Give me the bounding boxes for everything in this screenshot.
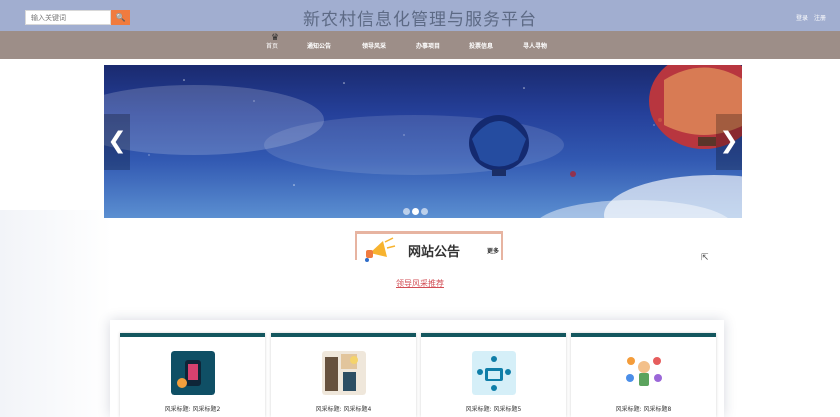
nav-vote[interactable]: 投票信息 xyxy=(469,41,493,50)
nav-notice[interactable]: 通知公告 xyxy=(307,41,331,50)
leader-thumbnail xyxy=(622,351,666,395)
leader-thumbnail xyxy=(472,351,516,395)
leader-card-caption: 风采标题: 风采标题4 xyxy=(315,406,372,413)
main-nav: ♛ 首页 通知公告 领导风采 办事项目 投票信息 寻人寻物 xyxy=(0,31,840,59)
leader-thumbnail xyxy=(322,351,366,395)
megaphone-icon xyxy=(365,237,396,262)
chevron-right-icon: ❯ xyxy=(719,128,739,154)
banner-next-button[interactable]: ❯ xyxy=(716,114,742,170)
leader-card-caption: 风采标题: 风采标题2 xyxy=(164,406,221,413)
leader-thumbnail xyxy=(171,351,215,395)
carousel-dot-active[interactable] xyxy=(412,208,419,215)
leaders-section-title: 领导风采推荐 xyxy=(396,279,444,288)
carousel-dot[interactable] xyxy=(421,208,428,215)
banner-prev-button[interactable]: ❮ xyxy=(104,114,130,170)
auth-links: 登录 注册 xyxy=(790,13,826,22)
leader-card[interactable]: 风采标题: 风采标题5 xyxy=(421,333,566,417)
notice-title: 网站公告 xyxy=(408,245,461,260)
nav-lost-found[interactable]: 寻人寻物 xyxy=(523,41,547,50)
background-fade xyxy=(0,210,112,417)
balloon-image xyxy=(148,65,742,186)
chevron-left-icon: ❮ xyxy=(107,128,127,154)
leader-card-caption: 风采标题: 风采标题5 xyxy=(465,406,522,413)
banner-carousel[interactable] xyxy=(104,65,742,218)
login-link[interactable]: 登录 xyxy=(796,15,808,22)
notice-more-link[interactable]: 更多 xyxy=(487,246,499,255)
nav-home[interactable]: 首页 xyxy=(266,41,278,50)
register-link[interactable]: 注册 xyxy=(814,15,826,22)
page-title: 新农村信息化管理与服务平台 xyxy=(303,10,537,30)
carousel-dots xyxy=(403,200,430,219)
leader-card[interactable]: 风采标题: 风采标题8 xyxy=(571,333,716,417)
leader-card[interactable]: 风采标题: 风采标题2 xyxy=(120,333,265,417)
nav-leaders[interactable]: 领导风采 xyxy=(362,41,386,50)
carousel-dot[interactable] xyxy=(403,208,410,215)
notice-widget: 网站公告 更多 xyxy=(355,231,503,262)
nav-services[interactable]: 办事项目 xyxy=(416,41,440,50)
top-bar: 输入关键词 🔍 新农村信息化管理与服务平台 登录 注册 xyxy=(0,0,840,31)
leader-card-caption: 风采标题: 风采标题8 xyxy=(615,406,672,413)
leader-card[interactable]: 风采标题: 风采标题4 xyxy=(271,333,416,417)
mouse-cursor-icon: ⇱ xyxy=(701,253,709,263)
